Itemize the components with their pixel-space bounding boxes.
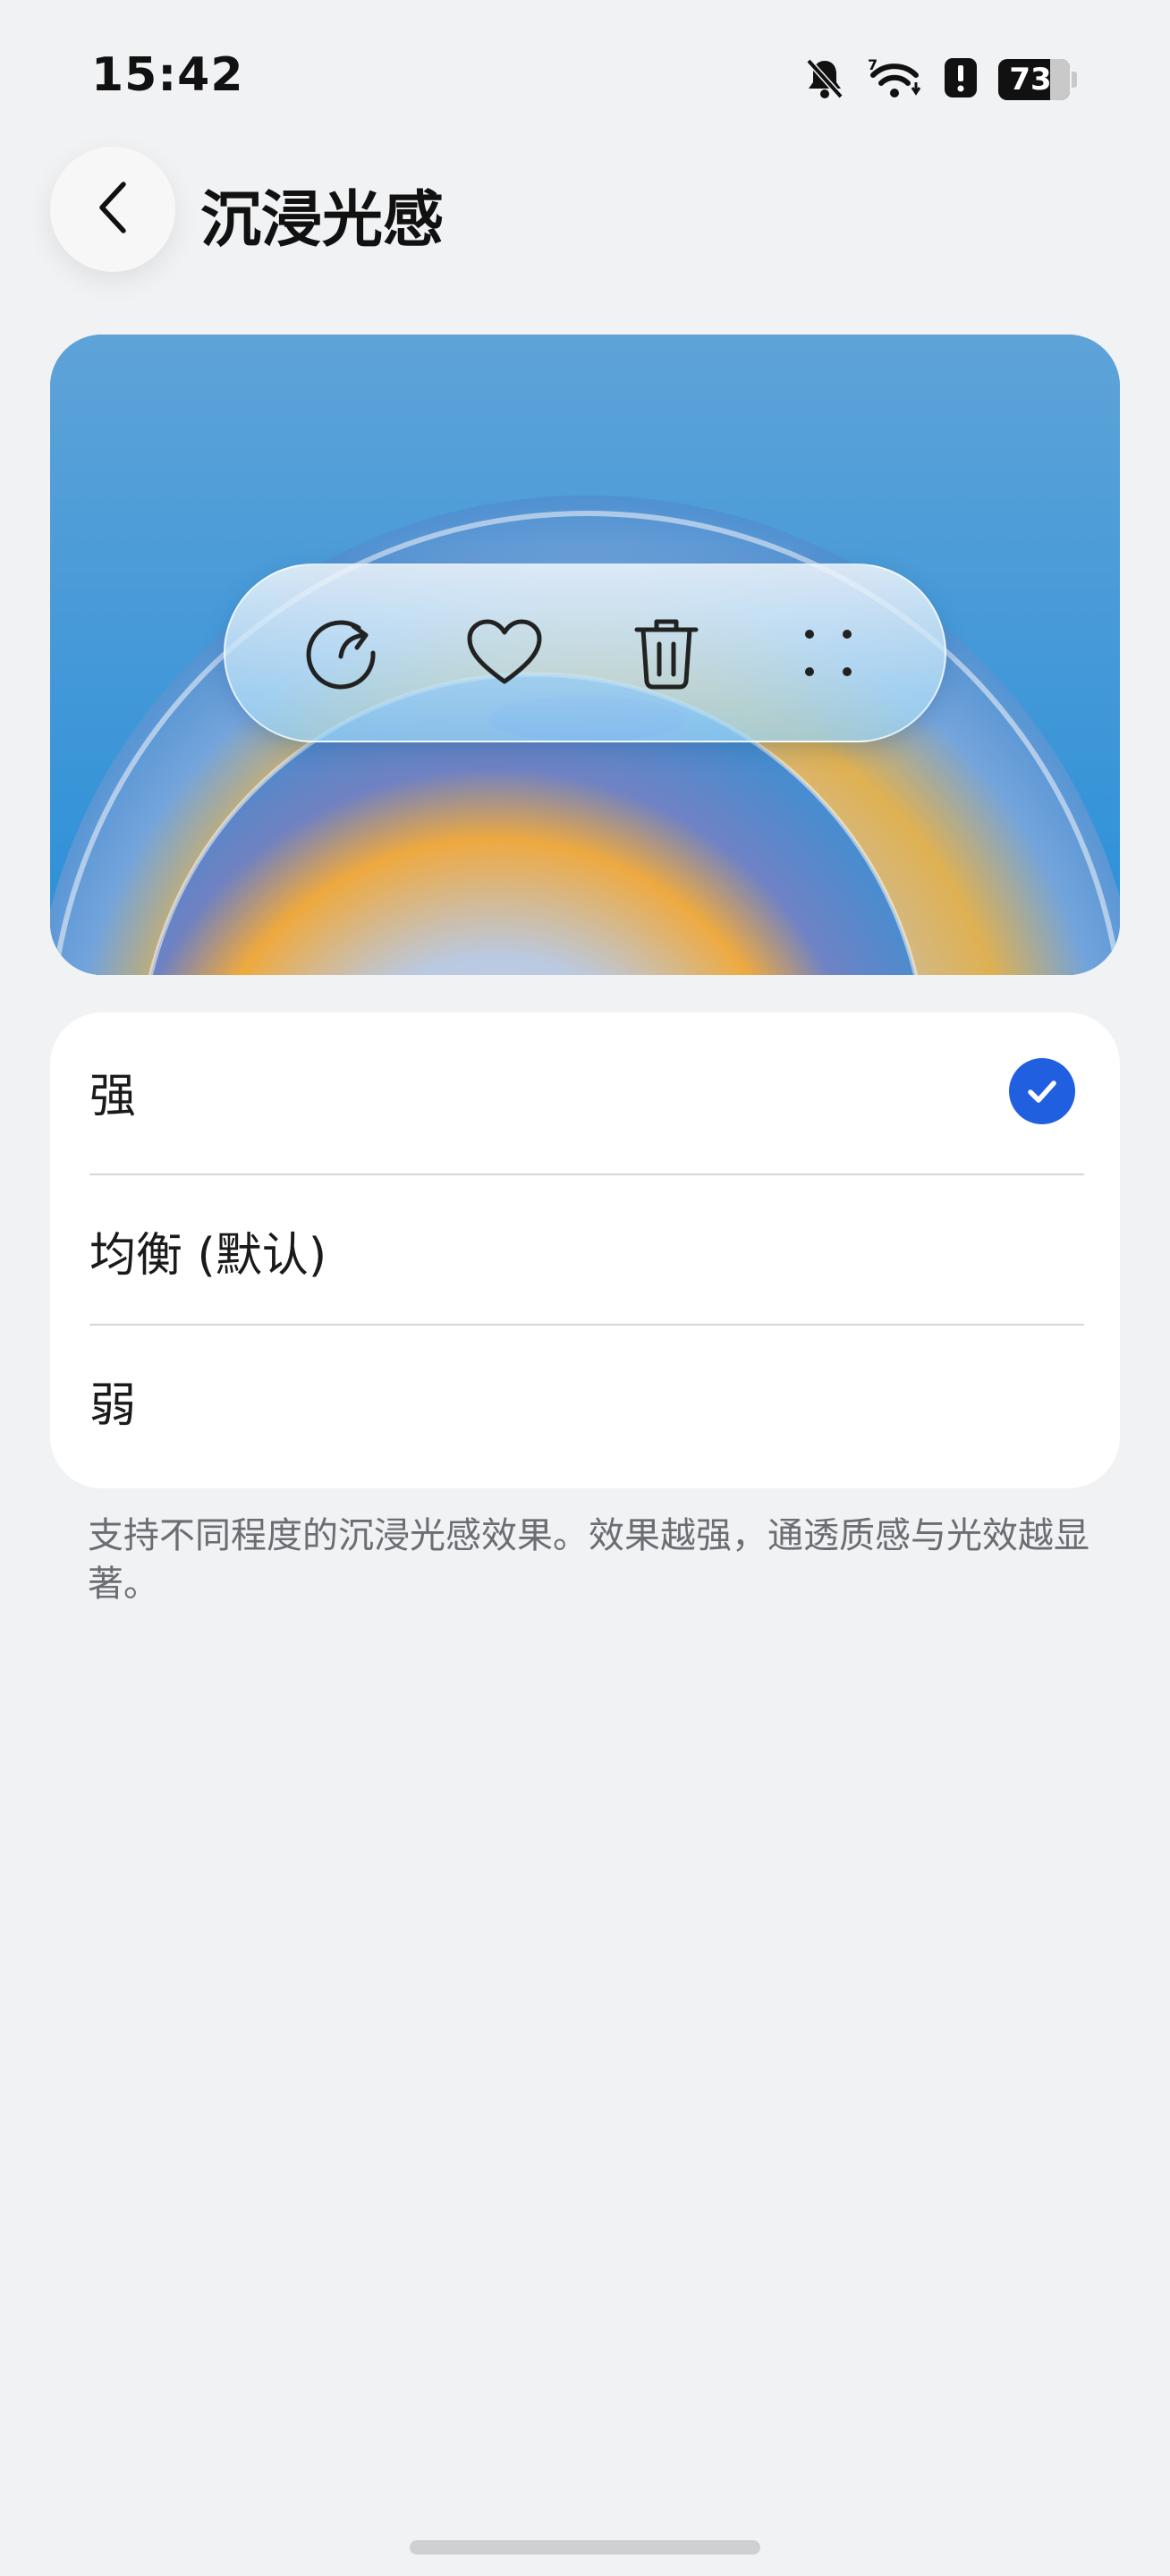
option-label: 强 [89,1069,137,1123]
preview-image [50,335,1120,975]
home-indicator[interactable] [410,2540,760,2555]
battery-level: 73 [1009,62,1052,97]
page-title: 沉浸光感 [200,185,445,256]
options-card: 强 均衡 (默认) 弱 [50,1013,1120,1488]
bell-muted-icon [803,55,846,104]
option-label: 均衡 (默认) [89,1228,327,1283]
battery-tip [1072,72,1077,88]
share-icon [302,613,383,693]
status-icons: 7 73 [803,55,1077,104]
settings-page: 15:42 7 73 沉浸光感 强 均衡 (默认) 弱 支持不同程度的沉浸光感效… [0,0,1170,2576]
option-balanced[interactable]: 均衡 (默认) [89,1175,1084,1326]
chevron-left-icon [95,179,131,240]
check-icon [1009,1058,1075,1124]
description-text: 支持不同程度的沉浸光感效果。效果越强，通透质感与光效越显著。 [88,1515,1089,1605]
wifi-icon: 7 [866,55,923,104]
more-dots-icon [788,613,869,693]
trash-icon [626,613,707,693]
heart-icon [464,613,545,693]
floating-toolbar [224,564,946,742]
option-strong[interactable]: 强 [89,1016,1084,1166]
status-time: 15:42 [91,48,244,102]
battery-icon: 73 [998,59,1070,100]
status-bar: 15:42 7 73 [0,0,1170,134]
option-label: 弱 [89,1378,137,1433]
option-weak[interactable]: 弱 [89,1326,1084,1476]
back-button[interactable] [50,147,175,272]
alert-icon [943,56,979,103]
